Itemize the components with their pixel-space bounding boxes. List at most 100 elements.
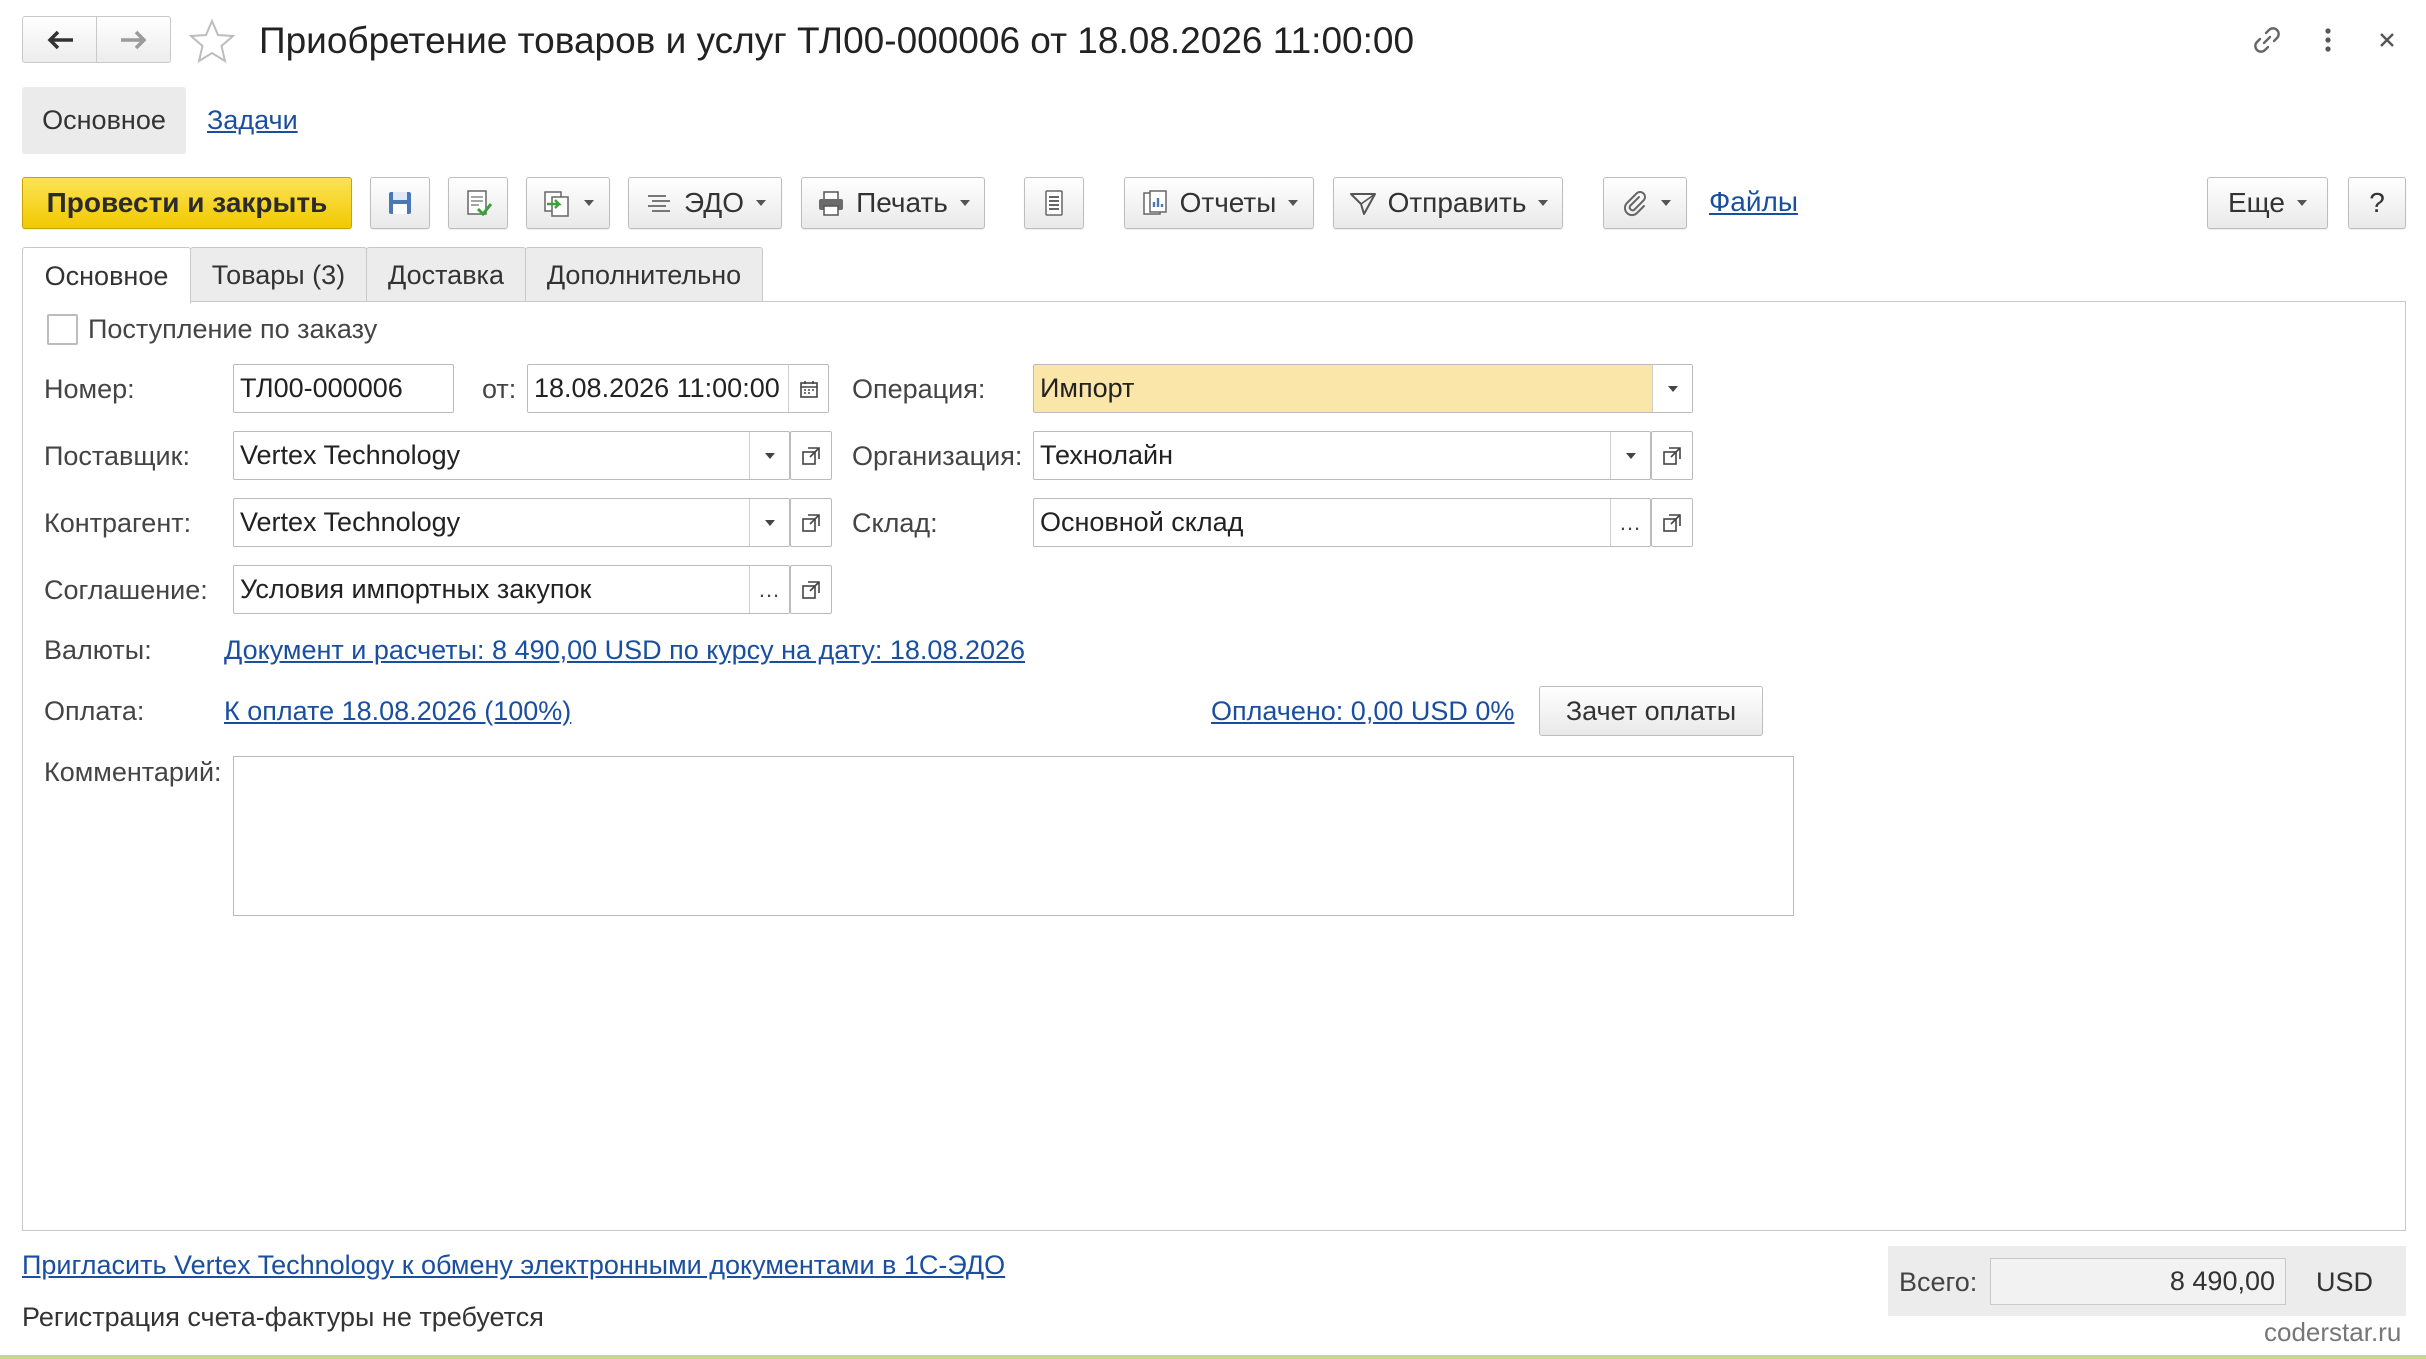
arrow-left-icon [47,30,73,49]
chevron-down-icon [764,452,775,459]
counterparty-open-button[interactable] [790,498,832,547]
calendar-icon [799,380,818,398]
date-field[interactable]: 18.08.2026 11:00:00 [527,364,829,413]
help-button[interactable]: ? [2348,177,2406,229]
payment-link[interactable]: К оплате 18.08.2026 (100%) [224,696,571,727]
close-icon [2380,33,2394,47]
back-button[interactable] [23,17,96,62]
warehouse-select-button[interactable]: ... [1610,499,1650,546]
post-and-close-button[interactable]: Провести и закрыть [22,177,352,229]
agreement-open-button[interactable] [790,565,832,614]
arrow-right-icon [120,30,146,49]
tab-main[interactable]: Основное [22,247,191,304]
payment-label: Оплата: [44,696,145,726]
operation-select[interactable]: Импорт [1033,364,1693,413]
operation-label: Операция: [852,374,986,404]
close-button[interactable] [2367,20,2407,60]
open-window-icon [802,446,820,465]
counterparty-label: Контрагент: [44,508,192,538]
post-document-icon [467,190,493,217]
number-label: Номер: [44,374,135,404]
reports-label: Отчеты [1179,187,1277,218]
organization-dropdown-button[interactable] [1610,432,1650,479]
invite-edo-link[interactable]: Пригласить Vertex Technology к обмену эл… [22,1250,1005,1281]
agreement-field[interactable]: Условия импортных закупок ... [233,565,790,614]
edo-button[interactable]: ЭДО [628,177,782,229]
total-label: Всего: [1899,1267,1978,1297]
supplier-value: Vertex Technology [240,440,461,470]
number-field[interactable]: ТЛ00-000006 [233,364,454,413]
supplier-open-button[interactable] [790,431,832,480]
tab-goods[interactable]: Товары (3) [190,247,367,302]
offset-payment-button[interactable]: Зачет оплаты [1539,686,1763,736]
date-label: от: [482,374,517,404]
counterparty-value: Vertex Technology [240,507,461,537]
watermark: coderstar.ru [2264,1317,2402,1347]
agreement-select-button[interactable]: ... [749,566,789,613]
attachments-button[interactable] [1603,177,1687,229]
supplier-dropdown-button[interactable] [749,432,789,479]
help-label: ? [2369,187,2385,218]
open-window-icon [802,513,820,532]
nav-tab-main[interactable]: Основное [22,87,186,154]
organization-field[interactable]: Технолайн [1033,431,1651,480]
counterparty-field[interactable]: Vertex Technology [233,498,790,547]
print-button[interactable]: Печать [801,177,985,229]
menu-button[interactable] [2308,20,2348,60]
organization-label: Организация: [852,441,1023,471]
warehouse-open-button[interactable] [1651,498,1693,547]
total-value: 8 490,00 [2169,1266,2275,1296]
open-window-icon [802,580,820,599]
create-based-on-button[interactable] [526,177,610,229]
journal-button[interactable] [1024,177,1084,229]
chevron-down-icon [1661,200,1671,206]
operation-dropdown-button[interactable] [1652,365,1692,412]
supplier-field[interactable]: Vertex Technology [233,431,790,480]
tab-additional[interactable]: Дополнительно [525,247,763,302]
edo-icon [648,195,671,212]
organization-open-button[interactable] [1651,431,1693,480]
send-button[interactable]: Отправить [1333,177,1563,229]
ellipsis-icon: ... [758,576,781,602]
favorite-star-icon[interactable] [188,18,236,64]
organization-value: Технолайн [1040,440,1173,470]
by-order-checkbox[interactable] [47,314,78,345]
more-vertical-icon [2325,28,2331,52]
reports-button[interactable]: Отчеты [1124,177,1314,229]
number-value: ТЛ00-000006 [240,373,403,403]
window-title: Приобретение товаров и услуг ТЛ00-000006… [259,20,1415,61]
chevron-down-icon [764,519,775,526]
open-window-icon [1663,513,1681,532]
post-button[interactable] [448,177,508,229]
tab-delivery[interactable]: Доставка [366,247,526,302]
files-link[interactable]: Файлы [1709,186,1798,218]
open-window-icon [1663,446,1681,465]
currency-link[interactable]: Документ и расчеты: 8 490,00 USD по курс… [224,635,1025,666]
nav-tab-tasks[interactable]: Задачи [207,105,298,136]
forward-button[interactable] [96,17,170,62]
create-based-on-icon [544,191,569,217]
printer-icon [819,191,844,216]
currency-label: Валюты: [44,635,152,665]
journal-list-icon [1045,190,1063,216]
save-icon [389,192,411,214]
warehouse-field[interactable]: Основной склад ... [1033,498,1651,547]
warehouse-value: Основной склад [1040,507,1244,537]
ellipsis-icon: ... [1619,509,1642,535]
chevron-down-icon [755,200,766,206]
print-label: Печать [856,187,948,218]
save-button[interactable] [370,177,430,229]
paid-link[interactable]: Оплачено: 0,00 USD 0% [1211,696,1514,727]
link-button[interactable] [2247,20,2287,60]
paperclip-icon [1623,191,1646,217]
chevron-down-icon [584,200,594,206]
calendar-button[interactable] [788,365,828,412]
supplier-label: Поставщик: [44,441,190,471]
chevron-down-icon [1538,200,1549,206]
agreement-value: Условия импортных закупок [240,574,592,604]
counterparty-dropdown-button[interactable] [749,499,789,546]
comment-textarea[interactable] [233,756,1794,916]
chevron-down-icon [1625,452,1636,459]
history-nav-group [22,16,171,63]
more-button[interactable]: Еще [2207,177,2328,229]
